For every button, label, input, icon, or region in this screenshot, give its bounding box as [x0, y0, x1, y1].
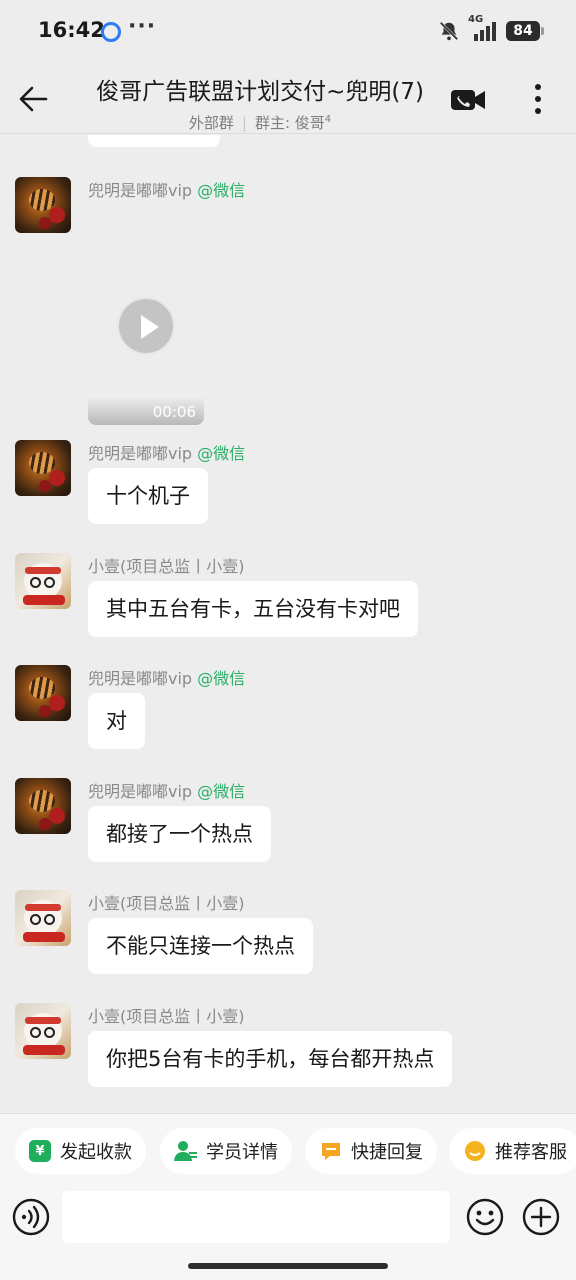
previous-message-bubble[interactable]	[88, 135, 220, 147]
dog-avatar[interactable]	[15, 1003, 71, 1059]
external-group-tag: 外部群	[188, 114, 234, 132]
sender-name: 小壹(项目总监丨小壹)	[88, 894, 245, 913]
quick-label: 发起收款	[60, 1142, 132, 1163]
message-bubble[interactable]: 其中五台有卡，五台没有卡对吧	[88, 581, 418, 637]
quick-label: 学员详情	[206, 1142, 278, 1163]
tiger-avatar[interactable]	[15, 177, 71, 233]
back-arrow-icon[interactable]	[16, 82, 50, 116]
video-message[interactable]: 00:06	[88, 203, 204, 425]
sender-name: 兜明是嘟嘟vip @微信	[88, 440, 245, 464]
quick-reply-button[interactable]: 快捷回复	[305, 1128, 437, 1174]
sender-nickname: 兜明是嘟嘟vip	[88, 782, 193, 801]
group-owner-sup: 4	[324, 114, 332, 125]
more-notifications-indicator: ···	[128, 14, 157, 39]
wechat-tag: @微信	[197, 444, 246, 463]
message-bubble[interactable]: 对	[88, 693, 145, 749]
tiger-avatar[interactable]	[15, 665, 71, 721]
app-notification-icon	[101, 22, 121, 42]
chat-subtitle: 外部群 | 群主: 俊哥4	[80, 112, 440, 133]
message-bubble[interactable]: 不能只连接一个热点	[88, 918, 313, 974]
voice-input-icon[interactable]	[12, 1198, 50, 1236]
message-input[interactable]	[62, 1191, 450, 1243]
wechat-tag: @微信	[197, 669, 246, 688]
sender-nickname: 兜明是嘟嘟vip	[88, 669, 193, 688]
message-bubble[interactable]: 十个机子	[88, 468, 208, 524]
quick-actions-bar: ¥ 发起收款 学员详情 快捷回复 推荐客服	[0, 1113, 576, 1189]
subtitle-separator: |	[241, 114, 247, 132]
sender-nickname: 兜明是嘟嘟vip	[88, 444, 193, 463]
battery-icon: 84	[506, 21, 544, 41]
sender-name: 兜明是嘟嘟vip @微信	[88, 665, 245, 689]
reply-icon	[322, 1143, 340, 1160]
signal-icon: 4G	[468, 14, 498, 42]
dog-avatar[interactable]	[15, 553, 71, 609]
mute-bell-icon	[439, 21, 459, 41]
status-icons: 4G 84	[438, 14, 544, 44]
chat-title: 俊哥广告联盟计划交付~兜明(7)	[96, 79, 424, 105]
status-bar: 16:42 ··· 4G 84	[0, 0, 576, 62]
student-details-button[interactable]: 学员详情	[160, 1128, 292, 1174]
message-list[interactable]: 兜明是嘟嘟vip @微信 00:06 兜明是嘟嘟vip @微信 十个机子 小壹(…	[0, 135, 576, 1113]
recommend-service-button[interactable]: 推荐客服	[449, 1128, 576, 1174]
quick-label: 快捷回复	[351, 1142, 423, 1163]
home-indicator[interactable]	[188, 1263, 388, 1269]
emoji-icon[interactable]	[465, 1197, 505, 1237]
video-call-icon[interactable]	[450, 86, 486, 114]
service-icon	[465, 1141, 485, 1161]
yen-icon: ¥	[29, 1140, 51, 1162]
status-time: 16:42	[38, 18, 105, 42]
group-owner: 群主: 俊哥	[254, 114, 325, 132]
plus-icon[interactable]	[521, 1197, 561, 1237]
quick-label: 推荐客服	[495, 1142, 567, 1163]
sender-name: 小壹(项目总监丨小壹)	[88, 1007, 245, 1026]
tiger-avatar[interactable]	[15, 778, 71, 834]
video-duration: 00:06	[152, 403, 196, 421]
sender-name: 小壹(项目总监丨小壹)	[88, 557, 245, 576]
input-bar	[0, 1189, 576, 1280]
wechat-tag: @微信	[197, 782, 246, 801]
tiger-avatar[interactable]	[15, 440, 71, 496]
more-options-icon[interactable]	[526, 82, 550, 116]
sender-name: 兜明是嘟嘟vip @微信	[88, 177, 245, 201]
message-bubble[interactable]: 都接了一个热点	[88, 806, 271, 862]
chat-header: 俊哥广告联盟计划交付~兜明(7) 外部群 | 群主: 俊哥4	[0, 62, 576, 134]
start-payment-button[interactable]: ¥ 发起收款	[15, 1128, 146, 1174]
sender-nickname: 兜明是嘟嘟vip	[88, 181, 193, 200]
chat-title-area[interactable]: 俊哥广告联盟计划交付~兜明(7) 外部群 | 群主: 俊哥4	[80, 72, 440, 133]
wechat-tag: @微信	[197, 181, 246, 200]
play-icon[interactable]	[117, 297, 175, 355]
dog-avatar[interactable]	[15, 890, 71, 946]
message-bubble[interactable]: 你把5台有卡的手机，每台都开热点	[88, 1031, 453, 1087]
user-icon	[174, 1141, 197, 1161]
sender-name: 兜明是嘟嘟vip @微信	[88, 778, 245, 802]
